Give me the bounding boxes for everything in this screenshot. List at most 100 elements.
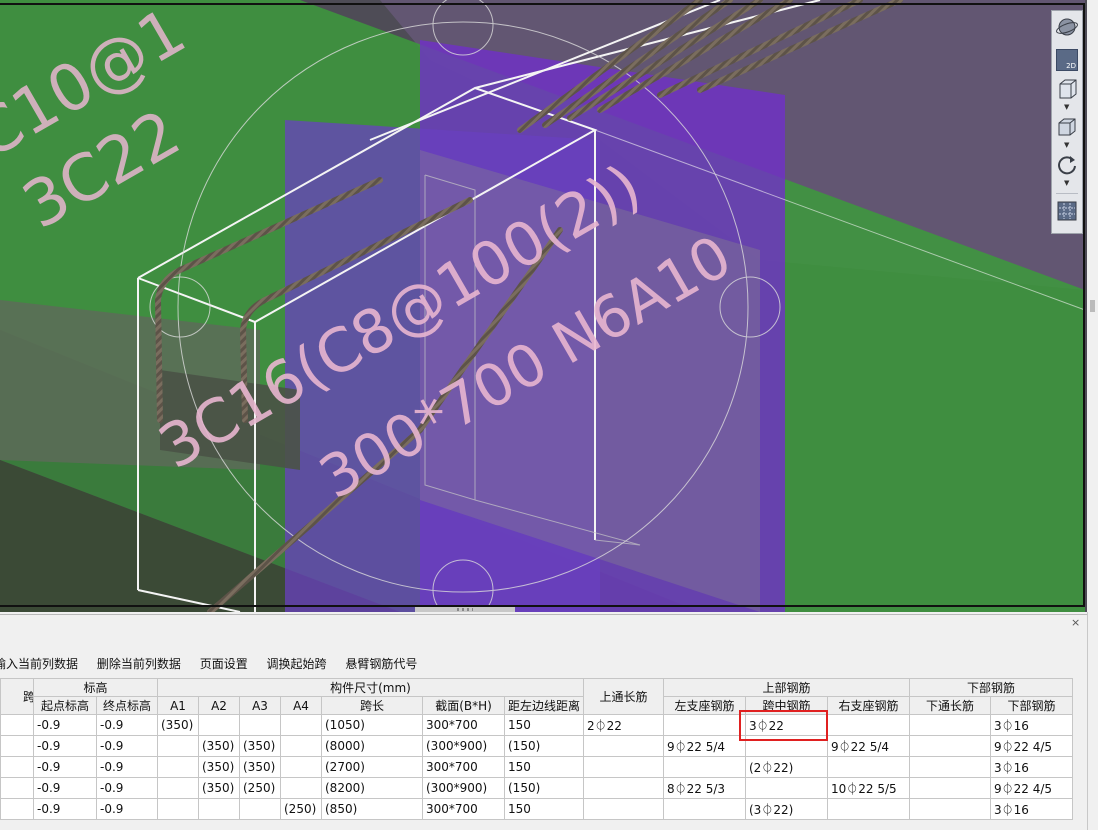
table-cell[interactable] <box>583 777 664 799</box>
table-cell[interactable]: -0.9 <box>33 756 97 778</box>
floor-grid-button[interactable] <box>1055 199 1079 223</box>
table-cell[interactable]: -0.9 <box>96 714 158 736</box>
table-cell[interactable]: 9⏀22 4/5 <box>990 777 1073 799</box>
insert-column-button[interactable]: 输入当前列数据 <box>0 655 78 672</box>
table-cell[interactable]: (350) <box>239 735 281 757</box>
table-cell[interactable] <box>239 714 281 736</box>
chevron-down-icon[interactable]: ▼ <box>1064 141 1069 149</box>
3d-viewport[interactable]: C10@1 3C22 3C16(C8@100(2)) 300*700 N6A10… <box>0 0 1098 612</box>
table-cell[interactable]: (300*900) <box>422 777 505 799</box>
table-cell[interactable] <box>663 756 746 778</box>
table-cell[interactable] <box>0 714 34 736</box>
cantilever-code-button[interactable]: 悬臂钢筋代号 <box>345 655 417 672</box>
table-cell[interactable]: (350) <box>157 714 199 736</box>
close-icon[interactable]: × <box>1071 616 1080 629</box>
table-cell[interactable]: (8000) <box>321 735 423 757</box>
table-cell[interactable] <box>280 756 322 778</box>
chevron-down-icon[interactable]: ▼ <box>1064 103 1069 111</box>
swap-start-span-button[interactable]: 调换起始跨 <box>267 655 327 672</box>
table-cell[interactable] <box>745 777 828 799</box>
table-cell[interactable]: 9⏀22 5/4 <box>827 735 910 757</box>
table-cell[interactable] <box>157 756 199 778</box>
table-cell[interactable]: -0.9 <box>33 714 97 736</box>
table-cell[interactable]: 2⏀22 <box>583 714 664 736</box>
table-cell[interactable] <box>0 798 34 820</box>
table-cell[interactable] <box>0 777 34 799</box>
table-cell[interactable]: 300*700 <box>422 756 505 778</box>
table-cell[interactable] <box>0 756 34 778</box>
table-cell[interactable] <box>280 714 322 736</box>
table-cell[interactable]: (250) <box>239 777 281 799</box>
orbit-view-button[interactable] <box>1055 15 1079 39</box>
table-cell[interactable]: (250) <box>280 798 322 820</box>
table-cell[interactable]: 150 <box>504 714 584 736</box>
2d-view-button[interactable]: 2D <box>1055 48 1079 72</box>
table-cell[interactable]: (350) <box>198 777 240 799</box>
table-cell[interactable] <box>909 735 991 757</box>
table-cell[interactable] <box>280 777 322 799</box>
table-cell[interactable]: -0.9 <box>33 735 97 757</box>
table-cell[interactable]: (2⏀22) <box>745 756 828 778</box>
table-cell[interactable] <box>198 714 240 736</box>
table-cell[interactable]: 3⏀22 <box>745 714 828 736</box>
delete-column-button[interactable]: 删除当前列数据 <box>97 655 181 672</box>
table-cell[interactable] <box>198 798 240 820</box>
table-cell[interactable] <box>239 798 281 820</box>
table-cell[interactable]: 300*700 <box>422 798 505 820</box>
table-cell[interactable]: 3⏀16 <box>990 798 1073 820</box>
table-cell[interactable] <box>157 777 199 799</box>
table-cell[interactable]: -0.9 <box>96 777 158 799</box>
table-cell[interactable] <box>909 798 991 820</box>
box-view-button[interactable] <box>1055 115 1079 139</box>
3d-scene[interactable]: C10@1 3C22 3C16(C8@100(2)) 300*700 N6A10 <box>0 0 1098 612</box>
table-cell[interactable]: 3⏀16 <box>990 714 1073 736</box>
table-cell[interactable]: 10⏀22 5/5 <box>827 777 910 799</box>
table-cell[interactable]: (350) <box>198 735 240 757</box>
table-cell[interactable] <box>827 714 910 736</box>
table-cell[interactable] <box>0 735 34 757</box>
table-cell[interactable] <box>827 798 910 820</box>
3d-box-view-button[interactable] <box>1055 77 1079 101</box>
table-cell[interactable] <box>583 735 664 757</box>
table-cell[interactable]: -0.9 <box>96 735 158 757</box>
col-a2: A2 <box>198 696 240 715</box>
table-cell[interactable] <box>157 735 199 757</box>
table-cell[interactable] <box>157 798 199 820</box>
table-cell[interactable]: -0.9 <box>96 798 158 820</box>
table-cell[interactable]: 150 <box>504 798 584 820</box>
table-cell[interactable] <box>745 735 828 757</box>
table-cell[interactable]: -0.9 <box>33 777 97 799</box>
table-cell[interactable] <box>663 798 746 820</box>
table-cell[interactable]: 9⏀22 5/4 <box>663 735 746 757</box>
table-cell[interactable] <box>827 756 910 778</box>
table-cell[interactable]: (8200) <box>321 777 423 799</box>
table-cell[interactable]: 300*700 <box>422 714 505 736</box>
chevron-down-icon[interactable]: ▼ <box>1064 179 1069 187</box>
table-cell[interactable]: (350) <box>198 756 240 778</box>
table-cell[interactable]: (850) <box>321 798 423 820</box>
table-cell[interactable]: -0.9 <box>33 798 97 820</box>
table-cell[interactable]: (2700) <box>321 756 423 778</box>
table-cell[interactable] <box>280 735 322 757</box>
table-cell[interactable] <box>909 777 991 799</box>
table-cell[interactable] <box>909 714 991 736</box>
table-cell[interactable] <box>583 756 664 778</box>
table-cell[interactable]: (150) <box>504 777 584 799</box>
table-cell[interactable]: (350) <box>239 756 281 778</box>
table-cell[interactable]: 9⏀22 4/5 <box>990 735 1073 757</box>
table-cell[interactable]: (1050) <box>321 714 423 736</box>
table-cell[interactable] <box>909 756 991 778</box>
table-cell[interactable]: 150 <box>504 756 584 778</box>
table-cell[interactable]: (150) <box>504 735 584 757</box>
table-cell[interactable]: -0.9 <box>96 756 158 778</box>
rotate-view-button[interactable] <box>1055 153 1079 177</box>
viewport-right-splitter[interactable] <box>1087 0 1098 612</box>
table-cell[interactable]: (3⏀22) <box>745 798 828 820</box>
table-cell[interactable] <box>663 714 746 736</box>
table-cell[interactable] <box>583 798 664 820</box>
table-cell[interactable]: (300*900) <box>422 735 505 757</box>
table-cell[interactable]: 3⏀16 <box>990 756 1073 778</box>
table-cell[interactable]: 8⏀22 5/3 <box>663 777 746 799</box>
col-top-through: 上通长筋 <box>583 678 664 715</box>
page-setup-button[interactable]: 页面设置 <box>200 655 248 672</box>
